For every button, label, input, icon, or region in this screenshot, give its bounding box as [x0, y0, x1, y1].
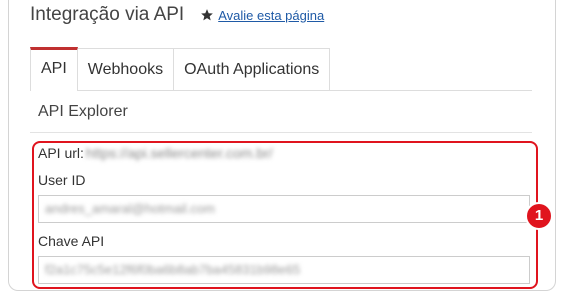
tab-bar: API Webhooks OAuth Applications — [30, 46, 532, 91]
tab-api[interactable]: API — [30, 47, 78, 91]
section-title: API Explorer — [38, 103, 128, 120]
star-icon[interactable] — [200, 8, 214, 22]
page-title: Integração via API — [30, 4, 185, 25]
rate-page-link[interactable]: Avalie esta página — [218, 8, 324, 23]
annotation-badge: 1 — [525, 202, 553, 230]
tab-oauth-applications[interactable]: OAuth Applications — [173, 48, 331, 90]
page-header: Integração via API Avalie esta página — [30, 4, 324, 26]
tab-webhooks[interactable]: Webhooks — [76, 48, 175, 90]
divider — [30, 132, 532, 133]
annotation-highlight-box — [32, 141, 538, 289]
